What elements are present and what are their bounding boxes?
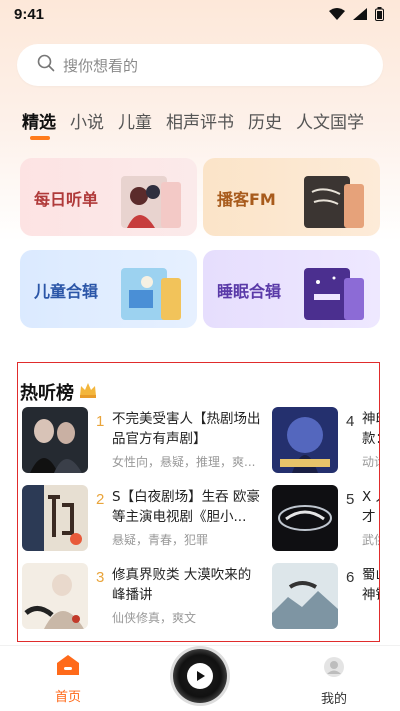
player-button[interactable] <box>173 649 227 703</box>
ranking-section: 热听榜 1 不完美受害人【热剧场出品官方有声剧】 女性向，悬疑，推理，爽... … <box>17 362 380 642</box>
nav-home-label: 首页 <box>54 690 81 705</box>
card-artwork <box>121 268 181 320</box>
tab-history[interactable]: 历史 <box>248 108 282 133</box>
list-item[interactable]: 3 修真界败类 大漠吹来的峰播讲 仙侠修真，爽文 <box>22 563 270 631</box>
cover-image <box>272 485 338 551</box>
card-label: 儿童合辑 <box>34 282 99 301</box>
rank-number: 5 <box>346 491 355 508</box>
tab-label: 精选 <box>22 113 56 133</box>
tab-active-indicator <box>30 136 50 140</box>
card-label: 播客FM <box>217 190 276 209</box>
play-icon <box>187 663 213 689</box>
tab-label: 相声评书 <box>166 113 234 133</box>
list-item[interactable]: 1 不完美受害人【热剧场出品官方有声剧】 女性向，悬疑，推理，爽... <box>22 407 270 475</box>
item-title: X 人才 <box>362 489 379 525</box>
item-tags: 女性向，悬疑，推理，爽... <box>112 455 256 469</box>
tab-featured[interactable]: 精选 <box>22 108 56 140</box>
status-icons <box>329 7 384 21</box>
wifi-icon <box>329 8 345 20</box>
rank-number: 1 <box>96 413 105 430</box>
ranking-header[interactable]: 热听榜 <box>20 379 98 405</box>
tab-label: 历史 <box>248 113 282 133</box>
search-input[interactable]: 搜你想看的 <box>17 44 383 86</box>
item-title: 不完美受害人【热剧场出品官方有声剧】 <box>112 411 261 447</box>
tab-label: 小说 <box>70 113 104 133</box>
category-tabs: 精选 小说 儿童 相声评书 历史 人文国学 <box>22 108 364 142</box>
tab-label: 儿童 <box>118 113 152 133</box>
ranking-title: 热听榜 <box>20 383 74 404</box>
card-label: 每日听单 <box>34 190 99 209</box>
home-icon <box>56 655 80 680</box>
card-label: 睡眠合辑 <box>217 282 282 301</box>
list-item[interactable]: 4 神印款： 动诊 <box>272 407 379 475</box>
tab-crosstalk[interactable]: 相声评书 <box>166 108 234 133</box>
signal-icon <box>353 8 367 20</box>
card-artwork <box>121 176 181 228</box>
item-tags: 仙侠修真，爽文 <box>112 611 197 625</box>
battery-icon <box>375 7 384 21</box>
cover-image <box>22 407 88 473</box>
cover-image <box>22 485 88 551</box>
card-sleep-collection[interactable]: 睡眠合辑 <box>203 250 380 328</box>
tab-humanities[interactable]: 人文国学 <box>296 108 364 133</box>
search-placeholder: 搜你想看的 <box>63 56 139 75</box>
cover-image <box>272 407 338 473</box>
card-podcast-fm[interactable]: 播客FM <box>203 158 380 236</box>
rank-number: 6 <box>346 569 355 586</box>
card-artwork <box>304 176 364 228</box>
list-item[interactable]: 6 蜀山神锋 <box>272 563 379 631</box>
item-title: 神印款： <box>362 411 379 447</box>
nav-mine-label: 我的 <box>320 692 347 707</box>
item-tags: 动诊 <box>362 455 379 469</box>
tab-children[interactable]: 儿童 <box>118 108 152 133</box>
item-tags: 悬疑，青春，犯罪 <box>112 533 209 547</box>
tab-label: 人文国学 <box>296 113 364 133</box>
item-title: 修真界败类 大漠吹来的峰播讲 <box>112 567 252 603</box>
rank-number: 2 <box>96 491 105 508</box>
status-time: 9:41 <box>14 5 45 23</box>
card-daily-list[interactable]: 每日听单 <box>20 158 197 236</box>
cover-image <box>272 563 338 629</box>
item-title: S【白夜剧场】生吞 欧豪等主演电视剧《胆小... <box>112 489 260 525</box>
cover-image <box>22 563 88 629</box>
crown-icon <box>78 380 98 405</box>
item-tags: 武供 <box>362 533 379 547</box>
nav-home[interactable]: 首页 <box>48 654 88 705</box>
status-bar: 9:41 <box>0 0 400 28</box>
card-children-collection[interactable]: 儿童合辑 <box>20 250 197 328</box>
search-icon <box>37 54 55 76</box>
tab-novel[interactable]: 小说 <box>70 108 104 133</box>
rank-number: 4 <box>346 413 355 430</box>
item-title: 蜀山神锋 <box>362 567 379 603</box>
list-item[interactable]: 2 S【白夜剧场】生吞 欧豪等主演电视剧《胆小... 悬疑，青春，犯罪 <box>22 485 270 553</box>
nav-mine[interactable]: 我的 <box>314 656 354 707</box>
profile-icon <box>323 657 345 682</box>
rank-number: 3 <box>96 569 105 586</box>
card-artwork <box>304 268 364 320</box>
list-item[interactable]: 5 X 人才 武供 <box>272 485 379 553</box>
